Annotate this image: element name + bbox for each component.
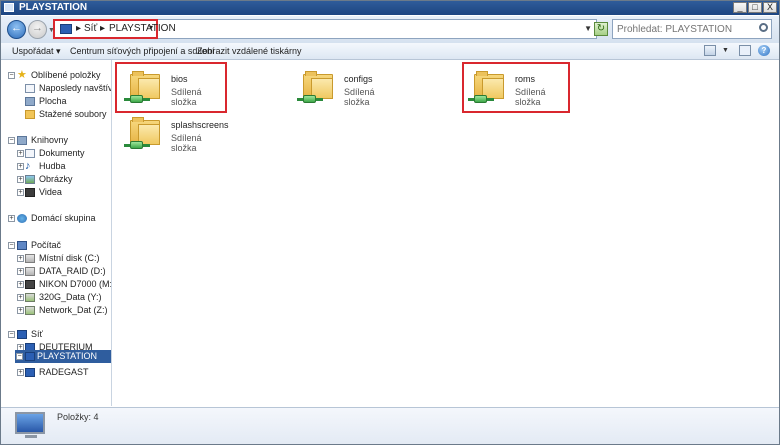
folder-type: Sdílená složka <box>171 133 202 153</box>
folder-tile-roms[interactable]: roms Sdílená složka <box>462 62 573 113</box>
network-icon <box>17 330 27 339</box>
organize-button[interactable]: Uspořádat ▾ <box>12 46 61 57</box>
command-bar: Uspořádat ▾ Centrum síťových připojení a… <box>1 43 779 60</box>
crumb-dropdown-icon[interactable]: ▾ <box>149 23 153 32</box>
network-drive-icon <box>25 306 35 315</box>
search-input[interactable] <box>613 20 756 38</box>
expand-homegroup[interactable]: + <box>8 215 15 222</box>
collapse-libraries[interactable]: − <box>8 137 15 144</box>
navigation-pane: − ★ Oblíbené položky Naposledy navštíven… <box>1 60 112 406</box>
item-count: Položky: 4 <box>57 412 99 422</box>
back-button[interactable]: ← <box>7 20 26 39</box>
back-arrow-icon: ← <box>11 22 22 34</box>
folder-tile-configs[interactable]: configs Sdílená složka <box>297 66 402 111</box>
pictures-icon <box>25 175 35 184</box>
expand-documents[interactable]: + <box>17 150 24 157</box>
network-computer-icon <box>4 3 14 12</box>
expand-drive-m[interactable]: + <box>17 281 24 288</box>
network-share-icon <box>124 140 150 150</box>
close-button[interactable]: X <box>763 2 777 13</box>
network-icon <box>60 24 72 34</box>
monitor-stand <box>25 435 37 438</box>
show-printers-button[interactable]: Zobrazit vzdálené tiskárny <box>197 46 302 56</box>
network-drive-icon <box>25 293 35 302</box>
collapse-playstation[interactable]: − <box>16 353 23 360</box>
collapse-network[interactable]: − <box>8 331 15 338</box>
folder-name: configs <box>344 74 373 84</box>
window-title: PLAYSTATION <box>19 2 88 13</box>
recent-places-icon <box>25 84 35 93</box>
search-box[interactable] <box>612 19 772 39</box>
hard-drive-icon <box>25 267 35 276</box>
help-icon[interactable]: ? <box>758 45 770 56</box>
star-icon: ★ <box>17 69 27 81</box>
views-dropdown-icon[interactable]: ▼ <box>722 47 729 54</box>
network-center-button[interactable]: Centrum síťových připojení a sdílení <box>70 46 214 56</box>
refresh-icon[interactable]: ↻ <box>594 22 608 36</box>
network-computer-icon <box>15 412 45 434</box>
expand-drive-y[interactable]: + <box>17 294 24 301</box>
highlight-box <box>462 62 570 113</box>
collapse-favorites[interactable]: − <box>8 72 15 79</box>
camera-drive-icon <box>25 280 35 289</box>
highlight-box <box>115 62 227 113</box>
details-pane: Položky: 4 <box>1 407 779 444</box>
folder-tile-bios[interactable]: bios Sdílená složka <box>115 62 229 113</box>
breadcrumb-network[interactable]: Síť <box>84 23 97 34</box>
homegroup-icon <box>17 214 27 223</box>
nav-playstation-selected[interactable]: − PLAYSTATION <box>15 350 111 363</box>
folder-tile-splashscreens[interactable]: splashscreens Sdílená složka <box>124 112 229 157</box>
forward-button[interactable]: → <box>28 20 47 39</box>
forward-arrow-icon: → <box>32 22 43 34</box>
crumb-separator-icon[interactable]: ▸ <box>76 23 81 34</box>
network-share-icon <box>297 94 323 104</box>
computer-icon <box>17 241 27 250</box>
explorer-window: PLAYSTATION _ □ X ← → ▼ ▸ Síť ▸ PLAYSTAT… <box>0 0 780 445</box>
breadcrumb-playstation[interactable]: PLAYSTATION <box>109 23 176 34</box>
views-icon[interactable] <box>704 45 716 56</box>
address-dropdown-icon[interactable]: ▼ <box>584 24 592 33</box>
minimize-button[interactable]: _ <box>733 2 747 13</box>
downloads-folder-icon <box>25 110 35 119</box>
address-bar[interactable]: ▸ Síť ▸ PLAYSTATION ▾ ▼ <box>53 19 597 39</box>
expand-videos[interactable]: + <box>17 189 24 196</box>
expand-radegast[interactable]: + <box>17 369 24 376</box>
documents-icon <box>25 149 35 158</box>
expand-pictures[interactable]: + <box>17 176 24 183</box>
address-row: ← → ▼ ▸ Síť ▸ PLAYSTATION ▾ ▼ ↻ <box>1 16 779 44</box>
search-icon[interactable] <box>759 23 768 32</box>
desktop-icon <box>25 97 35 106</box>
libraries-icon <box>17 136 27 145</box>
expand-drive-z[interactable]: + <box>17 307 24 314</box>
preview-pane-icon[interactable] <box>739 45 751 56</box>
local-disk-icon <box>25 254 35 263</box>
expand-music[interactable]: + <box>17 163 24 170</box>
file-list: bios Sdílená složka configs Sdílená slož… <box>112 60 779 406</box>
crumb-separator-icon[interactable]: ▸ <box>100 23 105 34</box>
maximize-button[interactable]: □ <box>748 2 762 13</box>
music-note-icon: ♪ <box>25 160 31 172</box>
videos-icon <box>25 188 35 197</box>
network-computer-icon <box>25 352 35 361</box>
folder-type: Sdílená složka <box>344 87 375 107</box>
folder-name: splashscreens <box>171 120 229 130</box>
title-bar: PLAYSTATION _ □ X <box>1 1 779 15</box>
expand-drive-d[interactable]: + <box>17 268 24 275</box>
expand-drive-c[interactable]: + <box>17 255 24 262</box>
collapse-computer[interactable]: − <box>8 242 15 249</box>
network-computer-icon <box>25 368 35 377</box>
